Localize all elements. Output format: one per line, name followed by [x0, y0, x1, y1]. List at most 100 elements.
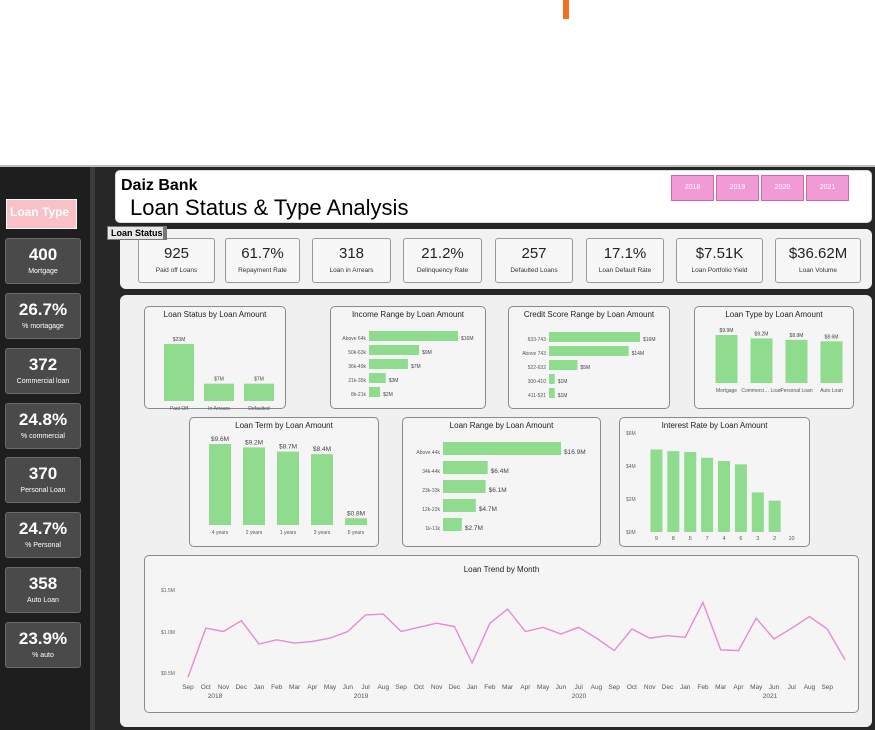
loan-range-chart: Above 44k $16.9M 34k-44k $6.4M 23k-33k $6.1M 1… — [416, 442, 586, 532]
month-label: Dec — [235, 684, 247, 691]
kpi-label: Loan Volume — [799, 267, 837, 274]
sidebar-kpi-value: 24.7% — [18, 519, 68, 538]
chart-loan-status[interactable]: Loan Status by Loan Amount $23M Paid Off $… — [144, 306, 286, 412]
month-label: Sep — [395, 684, 407, 691]
month-label: Nov — [431, 684, 443, 691]
kpi-value: 17.1% — [603, 245, 647, 262]
month-label: Nov — [218, 684, 230, 691]
sidebar-kpi-value: 370 — [28, 464, 58, 483]
month-label: Jan — [467, 684, 478, 691]
month-label: Mar — [289, 684, 301, 691]
data-label: $1M — [558, 379, 568, 385]
kpi-value: $7.51K — [695, 245, 744, 262]
kpi-label: Loan in Arrears — [329, 267, 374, 274]
data-label: $8.9M — [790, 333, 804, 339]
category-label: Above 44k — [416, 450, 440, 456]
sidebar-kpi-label: Auto Loan — [27, 597, 59, 604]
loan-status-chart: $23M Paid Off $7M In Arrears $7M Defaulted — [164, 337, 274, 412]
bar — [369, 387, 381, 397]
credit-score-chart: 633-743 $16M Above 743 $14M 522-632 $5M 300-41… — [522, 332, 656, 399]
data-label: $9.9M — [720, 328, 734, 334]
year-button-2018[interactable]: 2018 — [671, 175, 714, 201]
chart-title: Loan Trend by Month — [463, 565, 540, 574]
chart-income-range[interactable]: Income Range by Loan Amount Above 64k $16… — [330, 306, 486, 409]
category-label: 522-632 — [528, 365, 547, 371]
sidebar-kpi-label: % Personal — [25, 542, 61, 549]
data-label: $4.7M — [479, 506, 497, 513]
chart-loan-term[interactable]: Loan Term by Loan Amount $9.6M 4 years $9.… — [189, 417, 379, 547]
data-label: $7M — [254, 377, 264, 383]
data-label: $9.2M — [755, 331, 769, 337]
category-label: Defaulted — [248, 406, 270, 410]
bar — [244, 383, 274, 401]
month-label: Aug — [378, 684, 390, 691]
sidebar-kpi-card: 23.9% % auto — [5, 622, 81, 668]
year-button-2019[interactable]: 2019 — [716, 175, 759, 201]
data-label: $3M — [389, 378, 399, 384]
chart-loan-range[interactable]: Loan Range by Loan Amount Above 44k $16.9… — [402, 417, 601, 547]
kpi-card-defaulted: 257 Defaulted Loans — [495, 238, 573, 283]
chart-credit-score[interactable]: Credit Score Range by Loan Amount 633-74… — [508, 306, 670, 409]
kpi-label: Loan Portfolio Yield — [691, 267, 748, 274]
kpi-label: Repayment Rate — [238, 267, 287, 274]
bar — [369, 345, 420, 355]
sidebar-kpi-card: 24.7% % Personal — [5, 512, 81, 558]
loan-status-tag[interactable]: Loan Status — [107, 226, 167, 240]
year-button-2020[interactable]: 2020 — [761, 175, 804, 201]
category-label: 4 years — [212, 530, 229, 536]
sidebar-kpi-card: 372 Commercial loan — [5, 348, 81, 394]
data-label: $14M — [632, 351, 645, 357]
data-label: $5M — [580, 365, 590, 371]
sidebar-kpi-value: 400 — [28, 245, 58, 264]
month-label: Oct — [627, 684, 637, 691]
bar — [751, 492, 764, 532]
bar — [243, 447, 265, 525]
kpi-card-loan-volume: $36.62M Loan Volume — [775, 238, 861, 283]
y-tick-label: $1.0M — [161, 630, 175, 636]
month-label: Jun — [343, 684, 354, 691]
chart-title: Loan Range by Loan Amount — [449, 421, 554, 430]
month-label: Sep — [182, 684, 194, 691]
month-label: Feb — [697, 684, 709, 691]
bar — [345, 518, 367, 525]
data-label: $6.1M — [489, 487, 507, 494]
year-label: 2018 — [208, 693, 223, 700]
month-label: Jul — [574, 684, 583, 691]
chart-interest-rate[interactable]: Interest Rate by Loan Amount $6M $4M $2M $0… — [619, 417, 810, 547]
sidebar-kpi-card: 358 Auto Loan — [5, 567, 81, 613]
bar — [443, 480, 486, 493]
data-label: $23M — [173, 337, 186, 343]
kpi-card-delinquency: 21.2% Delinquency Rate — [403, 238, 482, 283]
sidebar-kpi-label: Commercial loan — [16, 378, 70, 385]
month-label: Jan — [254, 684, 265, 691]
y-tick-label: $6M — [626, 431, 636, 437]
month-label: Jul — [361, 684, 370, 691]
category-label: 7 — [706, 536, 709, 542]
sidebar-kpi-card: 370 Personal Loan — [5, 457, 81, 503]
data-label: $8.6M — [825, 334, 839, 340]
chart-loan-trend[interactable]: Loan Trend by Month $1.5M $1.0M $0.5M Sep Oc… — [144, 555, 859, 713]
month-label: Sep — [608, 684, 620, 691]
loan-type-slicer[interactable]: Loan Type — [6, 199, 77, 229]
year-button-2021[interactable]: 2021 — [806, 175, 849, 201]
resize-handle[interactable] — [163, 227, 167, 239]
kpi-card-repayment-rate: 61.7% Repayment Rate — [225, 238, 300, 283]
sidebar-kpi-value: 372 — [28, 355, 58, 374]
bar — [277, 451, 299, 525]
bar — [443, 499, 476, 512]
bar — [209, 444, 231, 525]
income-range-chart: Above 64k $16M 50k-63k $9M 36k-49k $7M 21k-35k… — [342, 331, 474, 398]
bar — [768, 500, 781, 532]
bar — [443, 461, 488, 474]
chart-loan-type[interactable]: Loan Type by Loan Amount $9.9M Mortgage $9… — [694, 306, 854, 409]
y-tick-label: $4M — [626, 464, 636, 470]
category-label: 411-521 — [528, 393, 546, 399]
sidebar-kpi-label: % mortagage — [22, 323, 64, 330]
sidebar-kpi-card: 400 Mortgage — [5, 238, 81, 284]
category-label: 50k-63k — [348, 350, 366, 356]
data-label: $7M — [214, 377, 224, 383]
loan-type-chart: $9.9M Mortgage $9.2M Commerci… Loan $8.9M Per… — [715, 328, 843, 394]
month-label: Feb — [271, 684, 283, 691]
data-label: $1M — [558, 393, 568, 399]
month-label: Oct — [201, 684, 211, 691]
